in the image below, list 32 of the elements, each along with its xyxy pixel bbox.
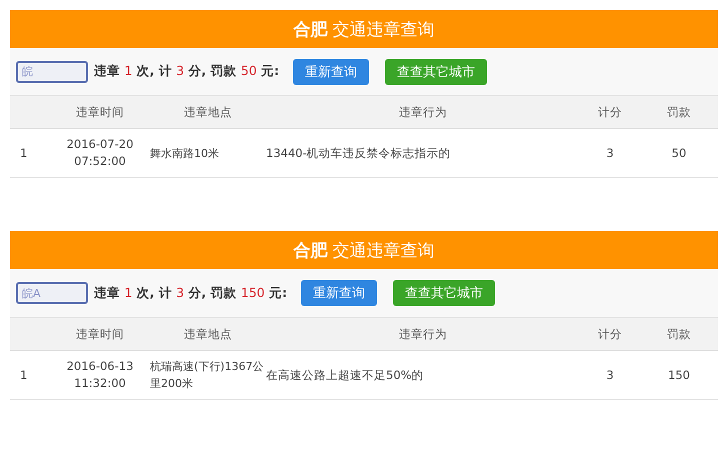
requery-button[interactable]: 重新查询 xyxy=(301,280,378,306)
table-cell-text: 50 xyxy=(670,144,688,162)
table-cell-text: 1 xyxy=(19,366,28,384)
table-cell-text: 3 xyxy=(605,144,615,162)
table-cell-text: 1 xyxy=(19,144,28,162)
violation-summary: 违章 1 次, 计 3 分, 罚款 50 元: xyxy=(94,63,280,80)
plate-input-field[interactable]: 皖 xyxy=(16,60,88,82)
other-city-button[interactable]: 查查其它城市 xyxy=(385,58,488,84)
requery-button[interactable]: 重新查询 xyxy=(293,58,370,84)
table-cell-text: 在高速公路上超速不足50%的 xyxy=(266,366,425,384)
column-header: 违章行为 xyxy=(398,104,448,120)
column-header: 计分 xyxy=(597,104,623,120)
violation-summary: 违章 1 次, 计 3 分, 罚款 150 元: xyxy=(94,284,288,302)
table-cell-text: 杭瑞高速(下行)1367公里200米 xyxy=(150,359,265,392)
column-header: 计分 xyxy=(597,326,623,342)
panel-title: 合肥 交通违章查询 xyxy=(293,18,435,40)
table-cell-text: 2016-06-13 11:32:00 xyxy=(66,358,134,392)
column-header: 违章地点 xyxy=(183,326,233,342)
panel-title: 合肥 交通违章查询 xyxy=(293,240,435,262)
column-header: 罚款 xyxy=(666,104,692,120)
column-header: 罚款 xyxy=(666,326,692,342)
other-city-button[interactable]: 查查其它城市 xyxy=(393,280,496,306)
column-header: 违章时间 xyxy=(75,326,125,342)
column-header: 违章行为 xyxy=(398,326,448,342)
column-header: 违章地点 xyxy=(183,104,233,120)
table-cell-text: 150 xyxy=(667,366,691,384)
table-cell-text: 舞水南路10米 xyxy=(150,146,220,162)
table-cell-text: 13440-机动车违反禁令标志指示的 xyxy=(266,144,452,162)
table-cell-text: 3 xyxy=(605,366,615,384)
column-header: 违章时间 xyxy=(75,104,125,120)
table-cell-text: 2016-07-20 07:52:00 xyxy=(66,136,134,170)
plate-input-field[interactable]: 皖A xyxy=(16,282,88,304)
